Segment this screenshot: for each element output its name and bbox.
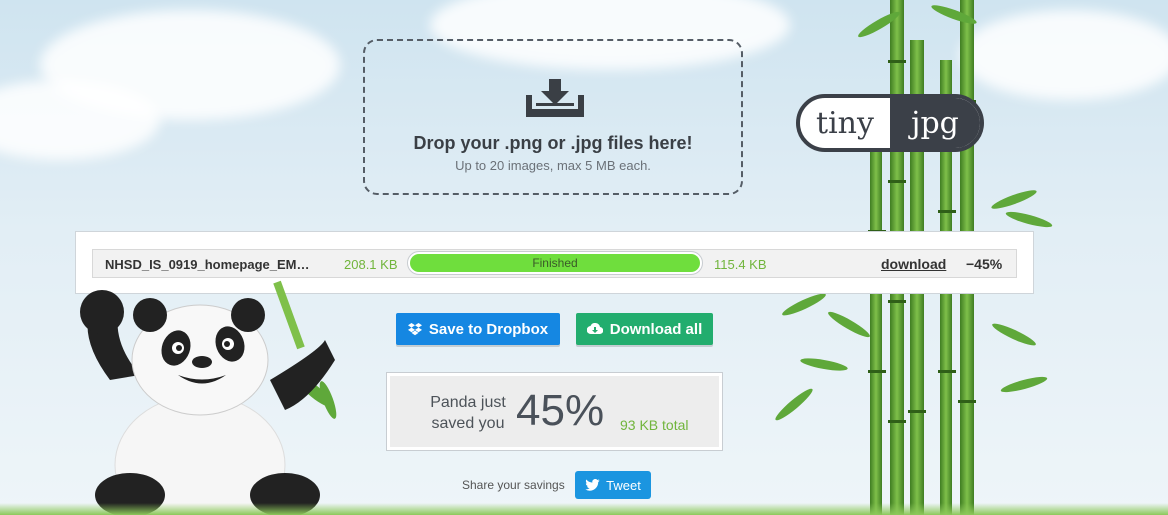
download-all-button[interactable]: Download all (576, 313, 713, 345)
file-name: NHSD_IS_0919_homepage_EM… (105, 257, 310, 272)
savings-percent-big: 45% (516, 386, 605, 435)
logo-jpg: jpg (890, 98, 980, 148)
cloud (960, 10, 1168, 100)
progress-bar: Finished (407, 251, 703, 275)
save-to-dropbox-label: Save to Dropbox (428, 320, 549, 338)
tweet-button[interactable]: Tweet (575, 471, 651, 499)
download-link[interactable]: download (881, 256, 946, 272)
download-tray-icon (526, 79, 584, 117)
file-row: NHSD_IS_0919_homepage_EM… 208.1 KB Finis… (92, 249, 1017, 278)
share-label: Share your savings (462, 478, 565, 492)
compressed-size: 115.4 KB (714, 257, 767, 272)
panda-mascot-illustration (80, 280, 337, 515)
tinyjpg-logo: tiny jpg (796, 94, 984, 152)
progress-fill: Finished (410, 254, 700, 272)
dropbox-icon (407, 322, 422, 335)
drop-zone-title: Drop your .png or .jpg files here! (413, 133, 693, 153)
savings-total: 93 KB total (620, 417, 689, 433)
grass-strip (0, 503, 1168, 515)
tweet-label: Tweet (606, 477, 641, 493)
original-size: 208.1 KB (344, 257, 398, 272)
drop-zone[interactable]: Drop your .png or .jpg files here! Up to… (363, 39, 743, 195)
savings-label: Panda just saved you (430, 394, 506, 432)
twitter-bird-icon (585, 479, 600, 491)
savings-percent: −45% (966, 256, 1003, 272)
savings-summary: Panda just saved you 45% 93 KB total (386, 372, 723, 451)
download-all-label: Download all (609, 320, 703, 338)
save-to-dropbox-button[interactable]: Save to Dropbox (396, 313, 560, 345)
drop-zone-subtitle: Up to 20 images, max 5 MB each. (455, 158, 651, 173)
logo-tiny: tiny (816, 105, 874, 141)
cloud-download-icon (586, 323, 603, 335)
